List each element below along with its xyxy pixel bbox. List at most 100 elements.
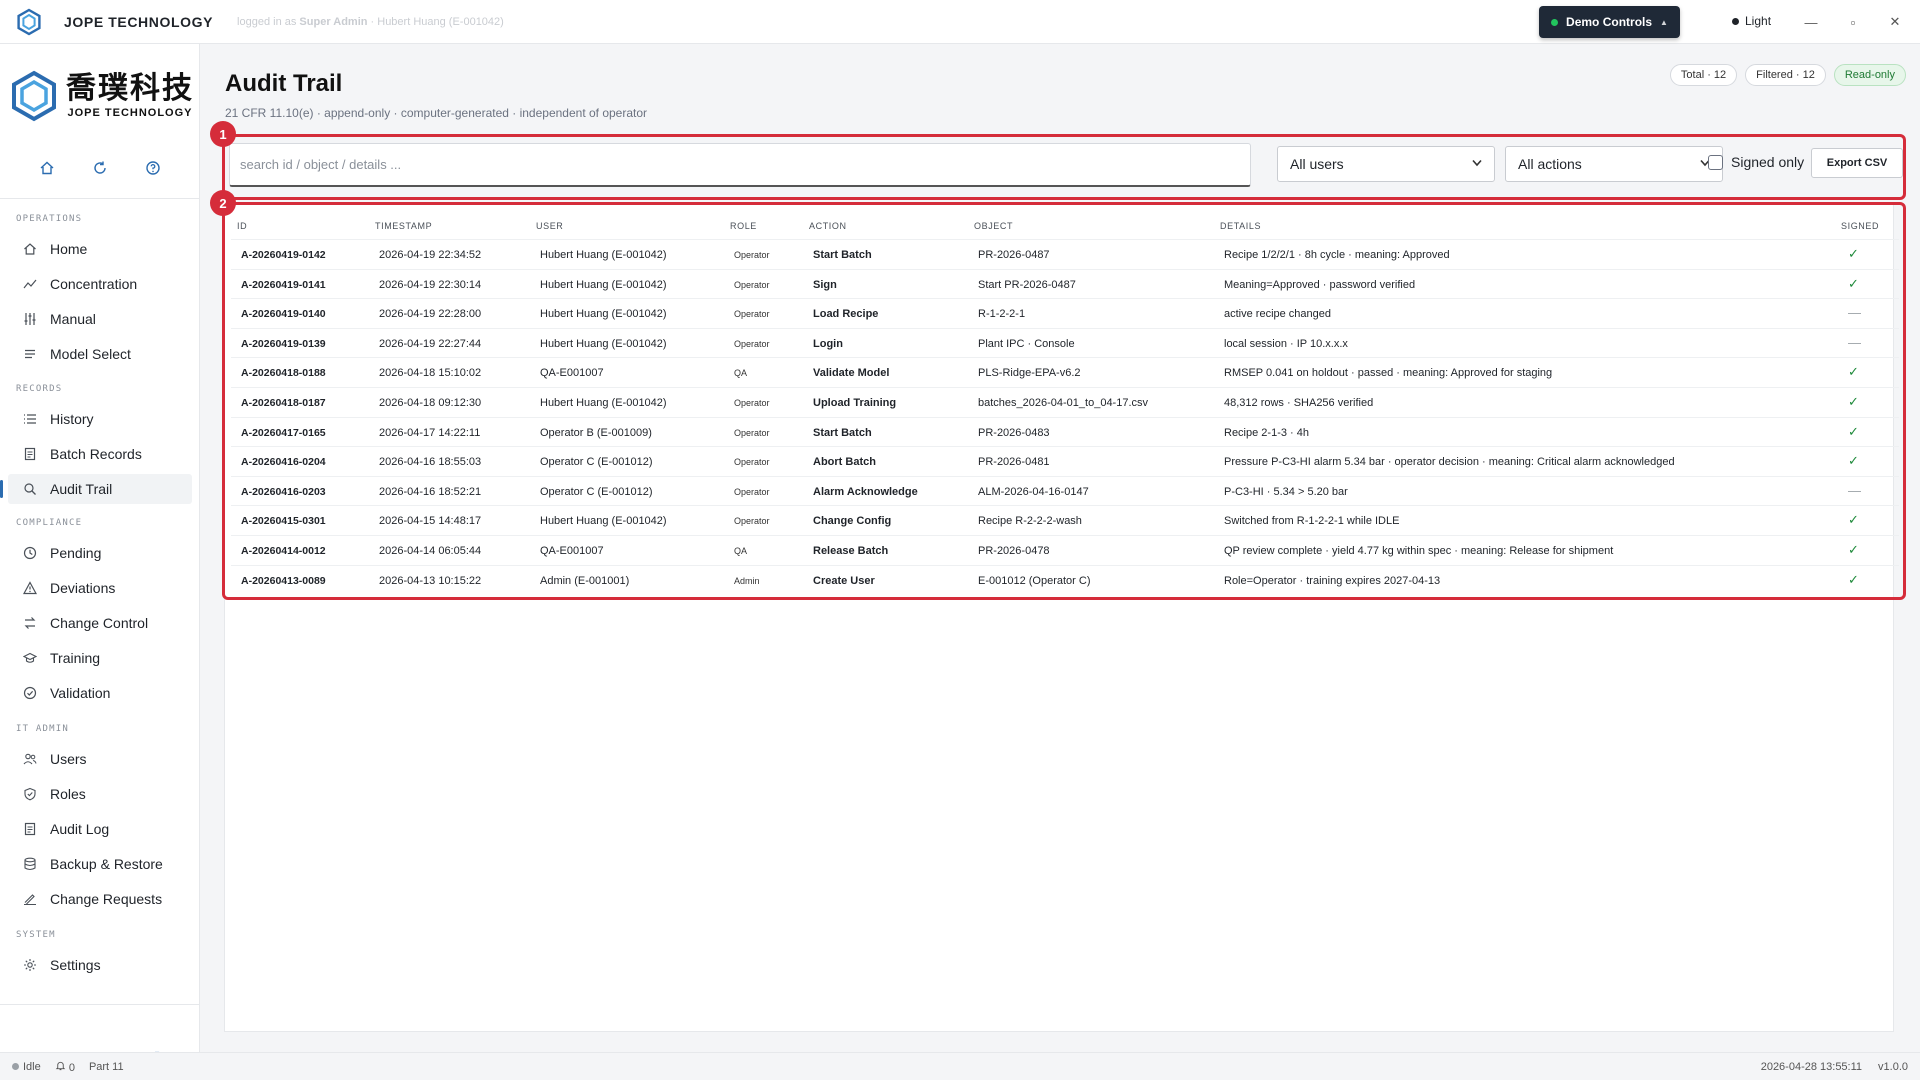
cell-user: Operator C (E-001012) [540, 485, 653, 498]
read-only-badge: Read-only [1833, 64, 1906, 86]
cell-object: batches_2026-04-01_to_04-17.csv [978, 397, 1149, 409]
cell-object: PR-2026-0478 [978, 545, 1050, 557]
demo-controls-button[interactable]: Demo Controls ▲ [1539, 6, 1680, 38]
section-compliance: COMPLIANCE [16, 518, 83, 528]
cell-signed: — [1848, 334, 1861, 350]
audit-table: ID TIMESTAMP USER ROLE ACTION OBJECT DET… [222, 202, 1906, 600]
logo-en: JOPE TECHNOLOGY [67, 107, 193, 119]
col-role[interactable]: ROLE [730, 221, 757, 231]
table-row[interactable]: A-20260415-0301 2026-04-15 14:48:17 Hubert… [231, 505, 1899, 535]
sidebar-item-users[interactable]: Users [8, 744, 192, 774]
cell-signed: — [1848, 305, 1861, 321]
notifications[interactable]: 0 [55, 1060, 75, 1074]
cell-role: QA [734, 546, 748, 556]
table-row[interactable]: A-20260419-0141 2026-04-19 22:30:14 Hubert… [231, 268, 1899, 299]
col-object[interactable]: OBJECT [974, 221, 1013, 231]
sidebar-item-concentration[interactable]: Concentration [8, 269, 192, 299]
minimize-button[interactable]: — [1796, 10, 1826, 34]
cell-timestamp: 2026-04-19 22:30:14 [379, 278, 482, 291]
sidebar-item-roles[interactable]: Roles [8, 779, 192, 809]
swap-icon [22, 615, 38, 631]
col-id[interactable]: ID [237, 221, 247, 231]
sidebar-item-audit-trail[interactable]: Audit Trail [0, 474, 192, 504]
cell-details: 48,312 rows · SHA256 verified [1224, 397, 1374, 409]
cell-action: Start Batch [813, 249, 872, 261]
cell-action: Abort Batch [813, 456, 876, 469]
signed-only-checkbox[interactable] [1708, 154, 1723, 170]
cell-timestamp: 2026-04-18 09:12:30 [379, 397, 482, 409]
col-user[interactable]: USER [536, 221, 563, 231]
cell-user: Hubert Huang (E-001042) [540, 278, 667, 291]
annotation-badge-2: 2 [210, 190, 236, 216]
table-row[interactable]: A-20260414-0012 2026-04-14 06:05:44 QA-E00… [231, 535, 1899, 565]
table-row[interactable]: A-20260413-0089 2026-04-13 10:15:22 Admin … [231, 564, 1899, 595]
refresh-icon[interactable] [88, 156, 112, 180]
table-row[interactable]: A-20260416-0203 2026-04-16 18:52:21 Operat… [231, 475, 1899, 506]
sidebar-item-model-select[interactable]: Model Select [8, 339, 192, 369]
cell-user: Hubert Huang (E-001042) [540, 337, 667, 350]
cell-role: Operator [734, 516, 770, 527]
table-header: ID TIMESTAMP USER ROLE ACTION OBJECT DET… [237, 217, 1897, 239]
sidebar-item-settings[interactable]: Settings [8, 950, 192, 980]
cell-id: A-20260414-0012 [241, 545, 326, 557]
sidebar-item-history[interactable]: History [8, 404, 192, 434]
cell-id: A-20260416-0203 [241, 485, 326, 498]
sidebar-item-validation[interactable]: Validation [8, 678, 192, 708]
maximize-button[interactable]: ▫ [1838, 10, 1868, 34]
app-version: v1.0.0 [1878, 1060, 1908, 1073]
export-csv-button[interactable]: Export CSV [1811, 148, 1903, 178]
close-button[interactable]: ✕ [1880, 10, 1910, 34]
cell-object: Start PR-2026-0487 [978, 278, 1076, 291]
sidebar-item-pending[interactable]: Pending [8, 538, 192, 568]
cell-action: Start Batch [813, 426, 872, 439]
col-details[interactable]: DETAILS [1220, 221, 1261, 231]
table-row[interactable]: A-20260419-0140 2026-04-19 22:28:00 Hubert… [231, 298, 1899, 328]
search-input[interactable] [229, 143, 1251, 187]
cell-id: A-20260415-0301 [241, 515, 326, 528]
home-icon[interactable] [35, 156, 59, 180]
cell-timestamp: 2026-04-17 14:22:11 [379, 426, 481, 439]
cell-user: Hubert Huang (E-001042) [540, 308, 667, 321]
sidebar-item-deviations[interactable]: Deviations [8, 573, 192, 603]
theme-toggle[interactable]: Light [1732, 14, 1771, 28]
sidebar-item-audit-log[interactable]: Audit Log [8, 814, 192, 844]
document-icon [22, 446, 38, 462]
cell-object: R-1-2-2-1 [978, 308, 1026, 321]
cell-action: Validate Model [813, 367, 890, 380]
table-row[interactable]: A-20260418-0187 2026-04-18 09:12:30 Hubert… [231, 387, 1899, 417]
sidebar-item-backup-restore[interactable]: Backup & Restore [8, 849, 192, 879]
page-title: Audit Trail [225, 70, 343, 97]
sidebar-item-manual[interactable]: Manual [8, 304, 192, 334]
cell-signed: ✓ [1848, 394, 1859, 409]
sidebar-item-home[interactable]: Home [8, 234, 192, 264]
table-row[interactable]: A-20260416-0204 2026-04-16 18:55:03 Operat… [231, 446, 1899, 476]
cell-user: Operator B (E-001009) [540, 426, 652, 439]
company-logo-icon [12, 70, 56, 122]
table-row[interactable]: A-20260419-0139 2026-04-19 22:27:44 Hubert… [231, 327, 1899, 358]
cell-details: RMSEP 0.041 on holdout · passed · meanin… [1224, 367, 1553, 380]
action-filter-select[interactable]: All actions [1505, 146, 1723, 182]
main-content: Audit Trail 21 CFR 11.10(e) · append-onl… [200, 44, 1920, 1052]
col-timestamp[interactable]: TIMESTAMP [375, 221, 432, 231]
user-filter-select[interactable]: All users [1277, 146, 1495, 182]
app-brand: JOPE TECHNOLOGY [64, 13, 214, 30]
help-icon[interactable] [141, 156, 165, 180]
sidebar-item-training[interactable]: Training [8, 643, 192, 673]
cell-object: PR-2026-0487 [978, 249, 1050, 261]
cell-signed: ✓ [1848, 246, 1859, 261]
warning-icon [22, 580, 38, 596]
col-action[interactable]: ACTION [809, 221, 847, 231]
cell-details: QP review complete · yield 4.77 kg withi… [1224, 545, 1614, 557]
compliance-mode: Part 11 [88, 1060, 124, 1073]
cell-role: Operator [734, 338, 770, 349]
sidebar-item-change-requests[interactable]: Change Requests [8, 884, 192, 914]
sidebar-item-batch-records[interactable]: Batch Records [8, 439, 192, 469]
signed-only-toggle[interactable]: Signed only [1708, 154, 1804, 170]
table-row[interactable]: A-20260419-0142 2026-04-19 22:34:52 Hubert… [231, 239, 1899, 269]
sidebar-item-change-control[interactable]: Change Control [8, 608, 192, 638]
section-system: SYSTEM [16, 930, 56, 940]
cell-signed: ✓ [1848, 512, 1859, 528]
table-row[interactable]: A-20260417-0165 2026-04-17 14:22:11 Operat… [231, 416, 1899, 447]
table-row[interactable]: A-20260418-0188 2026-04-18 15:10:02 QA-E00… [231, 357, 1899, 387]
col-signed[interactable]: SIGNED [1841, 221, 1879, 231]
